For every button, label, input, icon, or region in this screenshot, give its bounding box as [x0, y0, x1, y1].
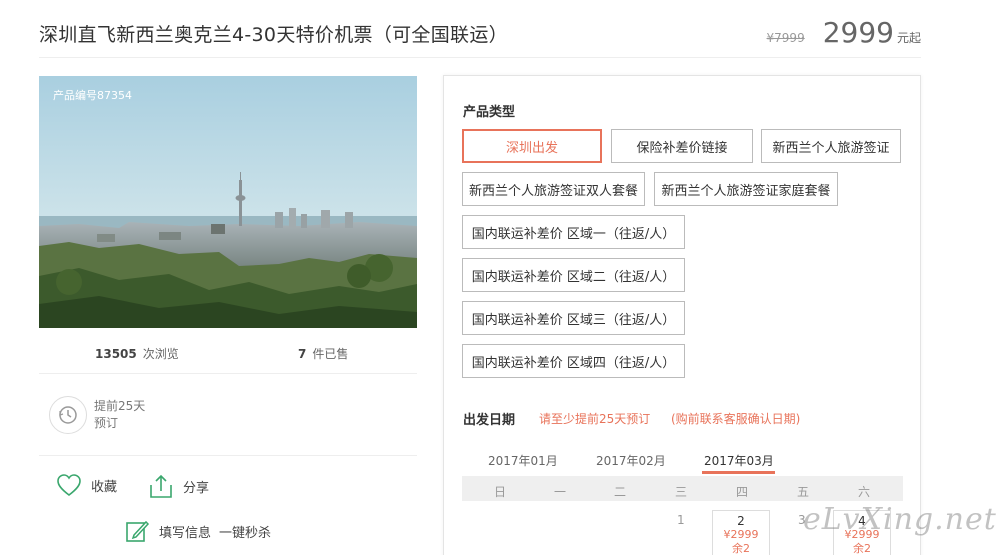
heart-icon [57, 474, 81, 497]
title-divider [39, 57, 921, 58]
option-domestic-zone-1[interactable]: 国内联运补差价 区域一（往返/人） [462, 215, 685, 249]
option-domestic-zone-3[interactable]: 国内联运补差价 区域三（往返/人） [462, 301, 685, 335]
sold-count: 7 [298, 347, 307, 361]
divider [39, 373, 417, 374]
advance-booking: 提前25天 预订 [94, 398, 145, 432]
calendar-day-available[interactable]: 2 ¥2999 余2 [712, 510, 770, 555]
price-suffix: 元起 [896, 31, 921, 45]
share-button[interactable]: 分享 [148, 473, 209, 499]
option-nz-visa-family[interactable]: 新西兰个人旅游签证家庭套餐 [654, 172, 838, 206]
page-title: 深圳直飞新西兰奥克兰4-30天特价机票（可全国联运） [39, 24, 508, 46]
watermark: eLvXing.net [803, 502, 997, 537]
original-price: ¥7999 [766, 31, 805, 45]
share-label: 分享 [183, 480, 210, 496]
sold-stat: 7 件已售 [298, 345, 348, 362]
month-tab-mar[interactable]: 2017年03月 [704, 452, 774, 469]
weekday-sun: 日 [494, 485, 507, 499]
day-remaining: 余2 [853, 542, 871, 555]
product-type-label: 产品类型 [463, 105, 516, 120]
favorite-label: 收藏 [91, 479, 118, 495]
day-price: ¥2999 [723, 528, 759, 541]
sold-label: 件已售 [312, 347, 349, 361]
weekday-thu: 四 [736, 485, 749, 499]
day-remaining: 余2 [732, 542, 750, 555]
views-label: 次浏览 [142, 347, 179, 361]
month-tab-feb[interactable]: 2017年02月 [596, 452, 666, 469]
option-shenzhen-departure[interactable]: 深圳出发 [462, 129, 602, 163]
favorite-button[interactable]: 收藏 [56, 473, 117, 497]
option-nz-visa[interactable]: 新西兰个人旅游签证 [761, 129, 901, 163]
quick-buy-label: 一键秒杀 [219, 525, 272, 541]
option-nz-visa-double[interactable]: 新西兰个人旅游签证双人套餐 [462, 172, 645, 206]
share-icon [150, 474, 172, 498]
option-domestic-zone-2[interactable]: 国内联运补差价 区域二（往返/人） [462, 258, 685, 292]
weekday-fri: 五 [797, 485, 810, 499]
calendar-day: 1 [677, 513, 685, 527]
current-price: 2999 [822, 16, 894, 49]
fill-info-label: 填写信息 [159, 525, 212, 541]
product-code: 产品编号87354 [53, 89, 132, 102]
advance-line1: 提前25天 [94, 399, 146, 413]
price-box: ¥7999 2999 元起 [767, 16, 921, 49]
option-insurance-link[interactable]: 保险补差价链接 [611, 129, 753, 163]
clock-icon [49, 396, 87, 434]
edit-icon [126, 520, 150, 542]
product-photo: 产品编号87354 [39, 76, 417, 328]
active-month-indicator [702, 471, 775, 474]
weekday-sat: 六 [858, 485, 871, 499]
departure-date-label: 出发日期 [463, 413, 516, 428]
product-stats: 13505 次浏览 7 件已售 [39, 345, 417, 361]
day-number: 2 [737, 514, 745, 528]
views-count: 13505 [95, 347, 137, 361]
views-stat: 13505 次浏览 [95, 345, 179, 362]
advance-line2: 预订 [94, 416, 119, 430]
weekday-tue: 二 [614, 485, 627, 499]
month-tab-jan[interactable]: 2017年01月 [488, 452, 558, 469]
option-domestic-zone-4[interactable]: 国内联运补差价 区域四（往返/人） [462, 344, 685, 378]
weekday-wed: 三 [675, 485, 688, 499]
divider [39, 455, 417, 456]
advance-note: 请至少提前25天预订 [539, 412, 651, 426]
contact-note: (购前联系客服确认日期) [671, 412, 801, 426]
weekday-mon: 一 [554, 485, 567, 499]
quick-buy-button[interactable]: 填写信息 一键秒杀 [124, 518, 271, 544]
